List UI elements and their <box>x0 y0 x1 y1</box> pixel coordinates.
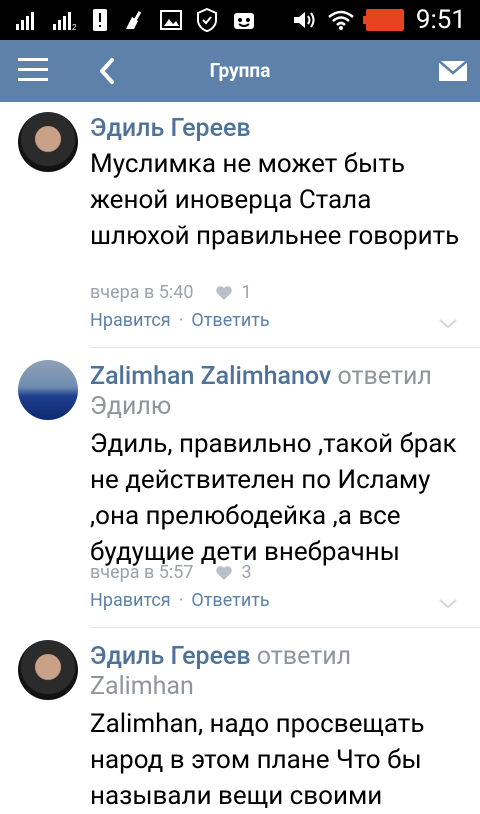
clean-icon <box>126 11 142 29</box>
like-button[interactable]: Нравится <box>90 310 171 331</box>
reply-word: ответил <box>256 642 352 671</box>
comment-text: Эдиль, правильно ,такой брак не действит… <box>90 429 457 567</box>
comment-text: Муслимка не может быть женой иноверца Ст… <box>90 149 460 251</box>
separator-dot: · <box>178 310 184 331</box>
status-icons: 2 <box>16 0 256 40</box>
comment-time: вчера в 5:40 <box>90 282 194 303</box>
separator-dot: · <box>178 590 184 611</box>
alert-icon <box>93 9 107 31</box>
reply-to[interactable]: Zalimhan <box>90 672 194 701</box>
status-right: 9:51 <box>292 0 466 40</box>
comment-meta: вчера в 5:40 1 <box>90 282 252 303</box>
chevron-down-icon[interactable] <box>438 598 458 610</box>
avatar[interactable] <box>18 640 78 700</box>
page-title: Группа <box>209 59 271 82</box>
signal-2-icon: 2 <box>53 12 77 30</box>
reply-to[interactable]: Эдилю <box>90 392 171 421</box>
comment-text: Zalimhan, надо просвещать народ в этом п… <box>90 709 425 811</box>
comment-actions: Нравится · Ответить <box>90 310 270 331</box>
heart-icon <box>216 285 233 300</box>
volume-icon <box>293 12 315 28</box>
status-time: 9:51 <box>415 5 466 35</box>
like-count: 1 <box>241 282 252 303</box>
comment-header: Эдиль Гереев ответил Zalimhan <box>90 642 466 702</box>
reply-word: ответил <box>337 362 432 391</box>
comment-item: Эдиль Гереев Муслимка не может быть жено… <box>0 102 480 348</box>
android-app-icon <box>234 13 254 29</box>
like-count: 3 <box>241 562 252 583</box>
author-name[interactable]: Zalimhan Zalimhanov <box>90 362 331 391</box>
wifi-icon <box>328 10 354 30</box>
signal-icon <box>16 12 34 30</box>
comment-header: Zalimhan Zalimhanov ответил Эдилю <box>90 362 466 422</box>
comment-time: вчера в 5:57 <box>90 562 194 583</box>
mail-icon[interactable] <box>438 60 468 82</box>
status-bar: 2 9:51 <box>0 0 480 40</box>
shield-icon <box>197 8 217 32</box>
avatar[interactable] <box>18 112 78 172</box>
battery-icon <box>362 9 404 31</box>
comment-actions: Нравится · Ответить <box>90 590 270 611</box>
author-name[interactable]: Эдиль Гереев <box>90 642 251 671</box>
comment-meta: вчера в 5:57 3 <box>90 562 252 583</box>
avatar[interactable] <box>18 360 78 420</box>
comment-header: Эдиль Гереев <box>90 114 466 144</box>
svg-text:2: 2 <box>72 23 77 30</box>
author-name[interactable]: Эдиль Гереев <box>90 114 251 143</box>
comment-item: Zalimhan Zalimhanov ответил Эдилю Эдиль,… <box>0 348 480 628</box>
like-button[interactable]: Нравится <box>90 590 171 611</box>
app-bar: Группа <box>0 40 480 102</box>
comment-item: Эдиль Гереев ответил Zalimhan Zalimhan, … <box>0 628 480 811</box>
image-icon <box>160 10 182 30</box>
chevron-down-icon[interactable] <box>438 318 458 330</box>
reply-button[interactable]: Ответить <box>191 590 269 611</box>
heart-icon <box>216 565 233 580</box>
reply-button[interactable]: Ответить <box>191 310 269 331</box>
